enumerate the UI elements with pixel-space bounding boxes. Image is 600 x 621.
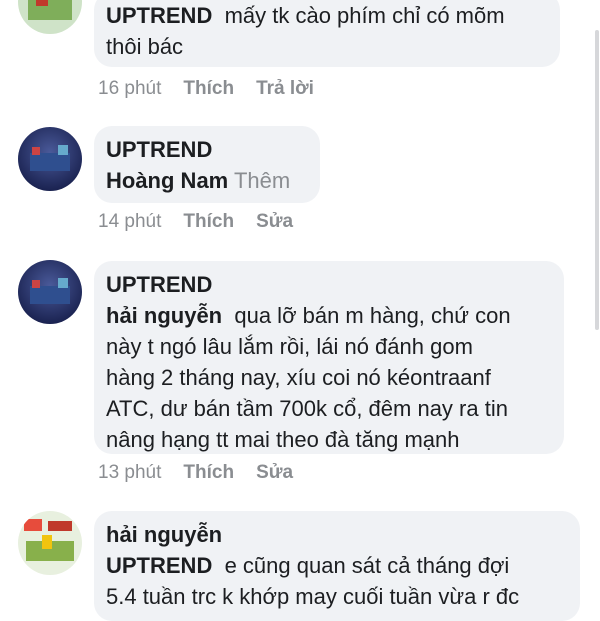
comment-actions: 13 phút Thích Sửa — [98, 462, 315, 484]
comment-text: e cũng quan sát cả tháng đợi — [224, 553, 510, 578]
comment-text-line: ATC, dư bán tầm 700k cổ, đêm nay ra tin — [106, 396, 508, 421]
avatar[interactable] — [18, 0, 82, 34]
mention-tag[interactable]: hải nguyễn — [106, 303, 222, 328]
comment-text-line: này t ngó lâu lắm rồi, lái nó đánh gom — [106, 334, 473, 359]
mention-tag[interactable]: Hoàng Nam — [106, 168, 228, 193]
edit-button[interactable]: Sửa — [256, 211, 293, 233]
comment-time: 13 phút — [98, 462, 162, 483]
comment-text-line: hàng 2 tháng nay, xíu coi nó kéontraanf — [106, 365, 491, 390]
comment-bubble[interactable]: UPTREND Hoàng Nam Thêm — [94, 126, 320, 203]
comment-bubble[interactable]: hải nguyễn UPTREND e cũng quan sát cả th… — [94, 511, 580, 621]
comment-actions: 16 phút Thích Trả lời — [98, 78, 336, 100]
comment-bubble[interactable]: UPTREND mấy tk cào phím chỉ có mõm thôi … — [94, 0, 560, 67]
comment-bubble[interactable]: UPTREND hải nguyễn qua lỡ bán m hàng, ch… — [94, 261, 564, 454]
mention-tag[interactable]: UPTREND — [106, 3, 212, 28]
like-button[interactable]: Thích — [183, 462, 234, 484]
comment-text-line: thôi bác — [106, 34, 184, 59]
like-button[interactable]: Thích — [183, 211, 234, 233]
avatar[interactable] — [18, 511, 82, 575]
see-more-link[interactable]: Thêm — [234, 168, 290, 193]
avatar-image — [18, 511, 82, 575]
comment-time: 16 phút — [98, 78, 162, 99]
comment-line: hải nguyễn qua lỡ bán m hàng, chứ con — [106, 300, 550, 331]
avatar[interactable] — [18, 127, 82, 191]
comment-text: mấy tk cào phím chỉ có mõm — [224, 3, 505, 28]
comment-author[interactable]: UPTREND — [106, 269, 550, 300]
avatar-image — [18, 260, 82, 324]
comment-line: UPTREND mấy tk cào phím chỉ có mõm — [106, 0, 546, 31]
comment-author[interactable]: UPTREND — [106, 134, 306, 165]
avatar-image — [18, 0, 82, 34]
avatar[interactable] — [18, 260, 82, 324]
avatar-image — [18, 127, 82, 191]
comment-text-line: nâng hạng tt mai theo đà tăng mạnh — [106, 427, 460, 452]
comment-line: UPTREND e cũng quan sát cả tháng đợi — [106, 550, 566, 581]
like-button[interactable]: Thích — [183, 78, 234, 100]
mention-tag[interactable]: UPTREND — [106, 553, 212, 578]
edit-button[interactable]: Sửa — [256, 462, 293, 484]
comment-line: Hoàng Nam Thêm — [106, 165, 306, 196]
comment-time: 14 phút — [98, 211, 162, 232]
comment-actions: 14 phút Thích Sửa — [98, 211, 315, 233]
scrollbar-thumb[interactable] — [595, 30, 599, 330]
scrollbar[interactable] — [594, 0, 600, 600]
reply-button[interactable]: Trả lời — [256, 78, 314, 100]
comment-author[interactable]: hải nguyễn — [106, 519, 566, 550]
comment-text: qua lỡ bán m hàng, chứ con — [234, 303, 511, 328]
comment-text-line: 5.4 tuần trc k khớp may cuối tuần vừa r … — [106, 584, 520, 609]
